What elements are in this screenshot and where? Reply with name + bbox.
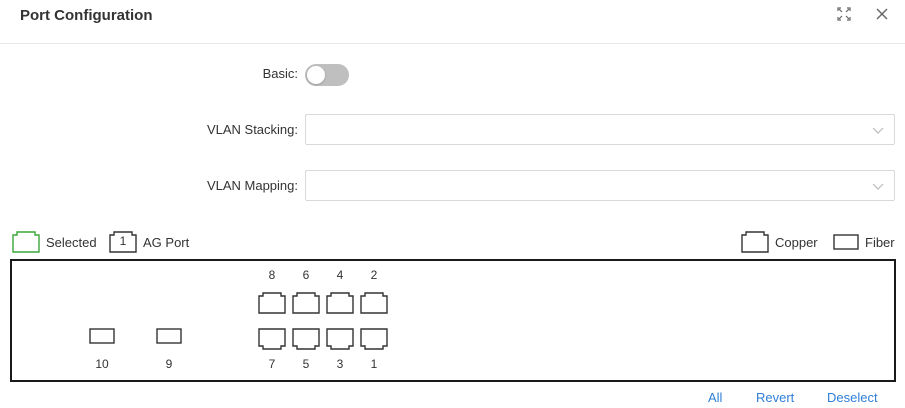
dialog-title: Port Configuration: [20, 7, 153, 24]
port-number: 6: [302, 268, 310, 282]
copper-port-7[interactable]: [258, 328, 286, 350]
legend-copper-label: Copper: [775, 234, 818, 250]
basic-label: Basic:: [262, 66, 298, 81]
vlan-stacking-select[interactable]: [305, 114, 895, 145]
legend-ag-port: 1 AG Port: [109, 231, 189, 253]
selected-port-icon: [12, 231, 40, 253]
select-all-link[interactable]: All: [708, 390, 722, 405]
port-number: 4: [336, 268, 344, 282]
toggle-knob: [307, 66, 325, 84]
copper-port-1[interactable]: [360, 328, 388, 350]
ag-port-badge: 1: [119, 234, 127, 248]
legend-ag-port-label: AG Port: [143, 234, 190, 250]
legend-fiber-label: Fiber: [865, 234, 895, 250]
copper-port-2[interactable]: [360, 292, 388, 314]
close-icon[interactable]: [874, 6, 890, 22]
port-number: 8: [268, 268, 276, 282]
copper-port-icon: [741, 231, 769, 253]
deselect-link[interactable]: Deselect: [827, 390, 878, 405]
legend-copper: Copper: [741, 231, 818, 253]
port-number: 5: [302, 357, 310, 371]
chevron-down-icon: [872, 183, 884, 190]
copper-port-5[interactable]: [292, 328, 320, 350]
port-number: 10: [95, 357, 109, 371]
fiber-port-10[interactable]: [89, 328, 115, 344]
copper-port-3[interactable]: [326, 328, 354, 350]
port-panel: [10, 259, 896, 382]
vlan-mapping-label: VLAN Mapping:: [206, 178, 298, 193]
revert-link[interactable]: Revert: [756, 390, 794, 405]
fullscreen-icon[interactable]: [836, 6, 852, 22]
ag-port-icon: 1: [109, 231, 137, 253]
legend-selected: Selected: [12, 231, 97, 253]
vlan-mapping-select[interactable]: [305, 170, 895, 201]
vlan-stacking-label: VLAN Stacking:: [206, 122, 298, 137]
basic-toggle[interactable]: [305, 64, 349, 86]
port-number: 2: [370, 268, 378, 282]
copper-port-6[interactable]: [292, 292, 320, 314]
fiber-port-icon: [833, 234, 859, 250]
copper-port-4[interactable]: [326, 292, 354, 314]
port-number: 1: [370, 357, 378, 371]
chevron-down-icon: [872, 127, 884, 134]
port-number: 7: [268, 357, 276, 371]
port-number: 9: [165, 357, 173, 371]
legend-fiber: Fiber: [833, 231, 895, 253]
dialog-header: Port Configuration: [0, 0, 905, 44]
legend-selected-label: Selected: [46, 234, 97, 250]
fiber-port-9[interactable]: [156, 328, 182, 344]
copper-port-8[interactable]: [258, 292, 286, 314]
port-number: 3: [336, 357, 344, 371]
